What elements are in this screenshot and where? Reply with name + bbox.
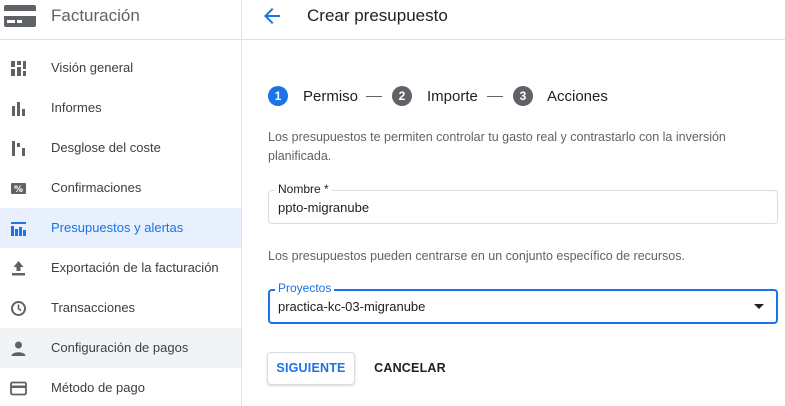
sidebar-item-configuracion-pagos[interactable]: Configuración de pagos [0,328,241,368]
main-content: Crear presupuesto 1 Permiso 2 Importe 3 … [242,0,785,406]
billing-app: Facturación Visión general Informes Desg… [0,0,785,406]
sidebar-item-exportacion[interactable]: Exportación de la facturación [0,248,241,288]
sidebar-item-label: Presupuestos y alertas [51,220,184,235]
sidebar-item-label: Visión general [51,60,134,75]
sidebar-item-presupuestos[interactable]: Presupuestos y alertas [0,208,241,248]
sidebar-header: Facturación [0,0,242,40]
sidebar-item-label: Informes [51,100,102,115]
budget-chart-icon [11,222,26,236]
step-3-label: Acciones [547,88,608,105]
intro-line-1: Los presupuestos te permiten controlar t… [268,130,726,144]
step-1-label: Permiso [303,88,359,105]
percent-icon: % [11,183,26,195]
credit-card-icon [10,381,27,396]
page-header: Crear presupuesto [242,0,785,40]
step-1-circle: 1 [268,86,288,106]
sidebar: Facturación Visión general Informes Desg… [0,0,242,406]
sidebar-item-label: Exportación de la facturación [51,260,219,275]
billing-logo-icon [4,5,36,27]
cancel-button[interactable]: CANCELAR [366,352,454,385]
next-button[interactable]: SIGUIENTE [267,352,355,385]
sidebar-item-label: Configuración de pagos [51,340,189,355]
intro-text: Los presupuestos te permiten controlar t… [268,128,726,166]
sidebar-item-label: Método de pago [51,380,145,395]
dashboard-grid-icon [11,61,26,76]
clock-icon [11,301,26,316]
person-icon [11,341,26,356]
cost-breakdown-icon [12,141,25,156]
sidebar-title: Facturación [51,6,140,25]
dropdown-arrow-icon[interactable] [754,304,764,309]
stepper: 1 Permiso 2 Importe 3 Acciones [268,86,688,106]
step-2-label: Importe [427,88,478,105]
projects-select[interactable]: Proyectos practica-kc-03-migranube [268,281,778,324]
sidebar-nav: Visión general Informes Desglose del cos… [0,48,241,406]
sidebar-item-desglose[interactable]: Desglose del coste [0,128,241,168]
budget-name-field[interactable]: Nombre * ppto-migranube [268,182,778,224]
sidebar-item-informes[interactable]: Informes [0,88,241,128]
bar-chart-icon [12,102,25,116]
budget-name-value[interactable]: ppto-migranube [278,200,369,215]
sidebar-item-label: Desglose del coste [51,140,161,155]
arrow-back-icon[interactable] [260,4,284,28]
projects-value: practica-kc-03-migranube [278,299,426,314]
sidebar-item-vision-general[interactable]: Visión general [0,48,241,88]
step-2-circle: 2 [392,86,412,106]
scope-text: Los presupuestos pueden centrarse en un … [268,249,685,263]
step-3-circle: 3 [513,86,533,106]
page-title: Crear presupuesto [307,6,448,25]
intro-line-2: planificada. [268,149,332,163]
sidebar-item-transacciones[interactable]: Transacciones [0,288,241,328]
step-connector [366,96,382,97]
sidebar-item-confirmaciones[interactable]: % Confirmaciones [0,168,241,208]
svg-text:%: % [14,185,23,195]
sidebar-item-metodo-pago[interactable]: Método de pago [0,368,241,406]
budget-name-label: Nombre * [275,182,332,196]
step-connector [487,96,503,97]
sidebar-item-label: Confirmaciones [51,180,142,195]
sidebar-item-label: Transacciones [51,300,136,315]
export-icon [12,261,25,276]
projects-label: Proyectos [275,281,335,295]
